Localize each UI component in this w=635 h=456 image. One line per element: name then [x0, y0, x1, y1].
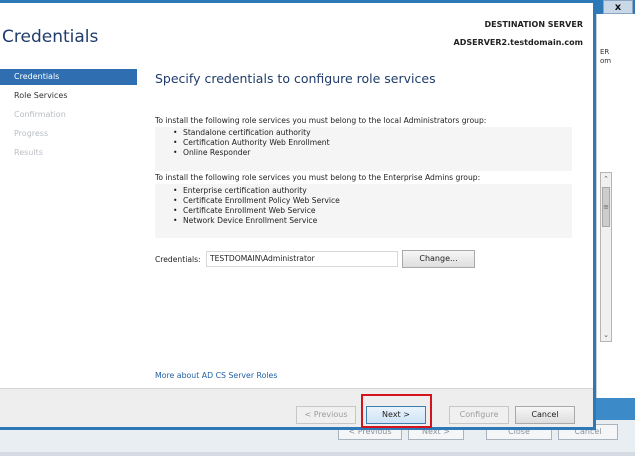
- nav-item-progress: Progress: [14, 129, 49, 138]
- scroll-up-icon[interactable]: ⌃: [601, 173, 611, 185]
- list-item: Standalone certification authority: [173, 128, 330, 138]
- main-content: Specify credentials to configure role se…: [155, 71, 580, 391]
- background-edge: [596, 398, 635, 420]
- credentials-label: Credentials:: [155, 255, 201, 264]
- more-about-ad-cs-link[interactable]: More about AD CS Server Roles: [155, 371, 277, 380]
- nav-item-results: Results: [14, 148, 43, 157]
- change-credentials-button[interactable]: Change...: [402, 250, 475, 268]
- background-divider: [0, 452, 635, 456]
- cancel-button[interactable]: Cancel: [515, 406, 575, 424]
- background-scrollbar[interactable]: ⌃ ≡ ⌄: [600, 172, 612, 342]
- nav-item-credentials[interactable]: Credentials: [0, 69, 137, 85]
- background-close-button[interactable]: x: [603, 0, 633, 14]
- destination-server-name: ADSERVER2.testdomain.com: [453, 38, 583, 47]
- section-heading: Specify credentials to configure role se…: [155, 71, 436, 86]
- next-button-highlight: [361, 394, 432, 428]
- local-admin-service-list: Standalone certification authority Certi…: [173, 128, 330, 158]
- list-item: Certificate Enrollment Policy Web Servic…: [173, 196, 340, 206]
- wizard-nav: Credentials Role Services Confirmation P…: [0, 69, 140, 389]
- list-item: Online Responder: [173, 148, 330, 158]
- background-right-panel-text: ER om: [600, 48, 612, 65]
- configure-button: Configure: [449, 406, 509, 424]
- nav-item-role-services[interactable]: Role Services: [0, 88, 137, 104]
- list-item: Enterprise certification authority: [173, 186, 340, 196]
- page-title: Credentials: [2, 27, 99, 47]
- local-admin-intro: To install the following role services y…: [155, 116, 487, 125]
- scroll-down-icon[interactable]: ⌄: [601, 329, 611, 341]
- nav-item-confirmation: Confirmation: [14, 110, 66, 119]
- list-item: Certificate Enrollment Web Service: [173, 206, 340, 216]
- enterprise-admin-service-list: Enterprise certification authority Certi…: [173, 186, 340, 226]
- scroll-thumb[interactable]: ≡: [602, 187, 610, 227]
- list-item: Certification Authority Web Enrollment: [173, 138, 330, 148]
- wizard-header: Credentials DESTINATION SERVER ADSERVER2…: [0, 3, 593, 61]
- credentials-field: TESTDOMAIN\Administrator: [206, 251, 398, 267]
- list-item: Network Device Enrollment Service: [173, 216, 340, 226]
- wizard-footer: < Previous Next > Configure Cancel: [0, 388, 593, 427]
- enterprise-admin-intro: To install the following role services y…: [155, 173, 481, 182]
- destination-server-label: DESTINATION SERVER: [484, 20, 583, 29]
- wizard-dialog: Credentials DESTINATION SERVER ADSERVER2…: [0, 0, 596, 430]
- previous-button: < Previous: [296, 406, 356, 424]
